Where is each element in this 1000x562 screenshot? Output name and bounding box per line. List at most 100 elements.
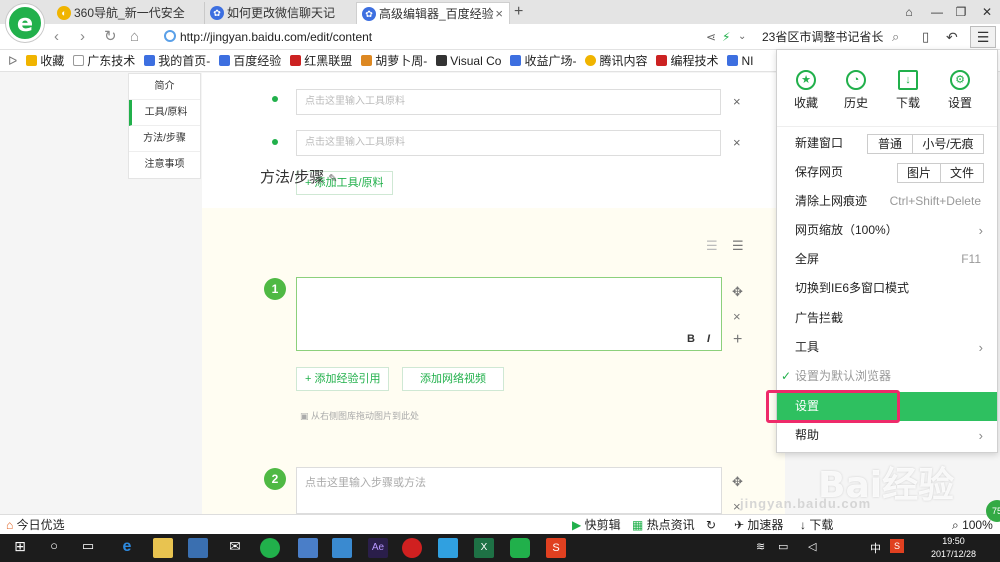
- refresh-status-icon[interactable]: ↻: [706, 515, 716, 535]
- menu-settings[interactable]: 设置: [777, 392, 997, 421]
- sidenav-item-notes[interactable]: 注意事项: [129, 152, 200, 178]
- windows-start-icon[interactable]: ⊞: [10, 538, 30, 558]
- move-icon[interactable]: ✥: [732, 474, 743, 490]
- menu-favorites-button[interactable]: ★ 收藏: [781, 70, 831, 111]
- app-icon[interactable]: [332, 538, 352, 558]
- bookmark-item[interactable]: 编程技术: [656, 52, 718, 69]
- minimize-icon[interactable]: —: [926, 3, 948, 21]
- tab-advanced-editor[interactable]: ✿ 高级编辑器_百度经验 ×: [356, 2, 510, 24]
- wechat-icon[interactable]: [510, 538, 530, 558]
- volume-icon[interactable]: ◁: [808, 540, 816, 553]
- new-window-normal-button[interactable]: 普通: [867, 134, 913, 154]
- system-clock[interactable]: 19:50 2017/12/28: [931, 535, 976, 561]
- main-menu-button[interactable]: ☰: [970, 26, 996, 48]
- accelerator[interactable]: ✈ 加速器: [734, 515, 783, 535]
- step-1-editor[interactable]: B I: [296, 277, 722, 351]
- pencil-icon[interactable]: ✎: [328, 173, 337, 185]
- mail-icon[interactable]: ✉: [225, 538, 245, 558]
- quick-clip[interactable]: ▶ 快剪辑: [572, 515, 621, 535]
- remove-tool-icon[interactable]: ×: [733, 94, 741, 109]
- bookmark-item[interactable]: 红黑联盟: [290, 52, 352, 69]
- bookmark-item[interactable]: 胡萝卜周-: [361, 52, 427, 69]
- chevron-down-icon[interactable]: ⌄: [738, 28, 746, 46]
- wifi-icon[interactable]: ≋: [756, 540, 765, 553]
- download-status[interactable]: ↓ 下载: [800, 515, 833, 535]
- ime-indicator[interactable]: 中: [870, 540, 881, 556]
- excel-icon[interactable]: X: [474, 538, 494, 558]
- remove-tool-icon[interactable]: ×: [733, 135, 741, 150]
- bookmark-item[interactable]: 广东技术: [73, 52, 135, 69]
- ordered-list-icon[interactable]: ☰: [706, 238, 718, 254]
- browser-logo[interactable]: e: [6, 4, 44, 42]
- menu-adblock[interactable]: 广告拦截: [777, 304, 997, 333]
- save-picture-button[interactable]: 图片: [897, 163, 941, 183]
- bookmark-item[interactable]: 收藏: [26, 52, 64, 69]
- menu-settings-quick-button[interactable]: ⚙ 设置: [935, 70, 985, 111]
- menu-zoom[interactable]: 网页缩放（100%） ›: [777, 216, 997, 245]
- 360-browser-icon[interactable]: [260, 538, 280, 558]
- address-bar[interactable]: http://jingyan.baidu.com/edit/content: [160, 27, 755, 47]
- zoom-status[interactable]: ⌕ 100%: [952, 515, 993, 535]
- unordered-list-icon[interactable]: ☰: [732, 238, 744, 254]
- store-icon[interactable]: [188, 538, 208, 558]
- bookmark-item[interactable]: NI: [727, 54, 753, 68]
- after-effects-icon[interactable]: Ae: [368, 538, 388, 558]
- sidenav-item-intro[interactable]: 简介: [129, 74, 200, 100]
- tool-input[interactable]: 点击这里输入工具原料: [296, 130, 721, 156]
- sogou-icon[interactable]: S: [546, 538, 566, 558]
- add-reference-button[interactable]: + 添加经验引用: [296, 367, 390, 391]
- menu-default-browser[interactable]: ✓ 设置为默认浏览器: [777, 362, 997, 391]
- app-icon[interactable]: [298, 538, 318, 558]
- netease-music-icon[interactable]: [402, 538, 422, 558]
- sogou-ime-icon[interactable]: S: [890, 539, 904, 553]
- new-tab-button[interactable]: +: [514, 2, 523, 22]
- close-window-icon[interactable]: ✕: [976, 3, 998, 21]
- lightning-icon[interactable]: ⚡: [722, 28, 730, 46]
- battery-icon[interactable]: ▭: [778, 540, 788, 553]
- hot-news[interactable]: ▦ 热点资讯: [632, 515, 695, 535]
- add-video-button[interactable]: 添加网络视频: [402, 367, 504, 391]
- share-icon[interactable]: ⋖: [706, 28, 716, 46]
- step-2-editor[interactable]: 点击这里输入步骤或方法: [296, 467, 722, 514]
- close-tab-icon[interactable]: ×: [495, 3, 503, 24]
- tab-360-nav[interactable]: ◐ 360导航_新一代安全: [52, 2, 202, 24]
- bookmark-item[interactable]: 收益广场-: [510, 52, 576, 69]
- player-icon[interactable]: [438, 538, 458, 558]
- bookmarks-toggle-icon[interactable]: ᐅ: [8, 54, 17, 68]
- sidenav-item-steps[interactable]: 方法/步骤: [129, 126, 200, 152]
- bookmark-item[interactable]: 百度经验: [219, 52, 281, 69]
- menu-tools[interactable]: 工具 ›: [777, 333, 997, 362]
- shirt-icon[interactable]: ⌂: [898, 3, 920, 21]
- sidenav-item-tools[interactable]: 工具/原料: [129, 100, 200, 126]
- search-input[interactable]: 23省区市调整书记省长: [762, 27, 910, 47]
- reload-icon[interactable]: ↻: [104, 28, 117, 46]
- tool-input[interactable]: 点击这里输入工具原料: [296, 89, 721, 115]
- menu-history-button[interactable]: ◔ 历史: [831, 70, 881, 111]
- phone-icon[interactable]: ▯: [922, 28, 929, 46]
- bookmark-item[interactable]: 腾讯内容: [585, 52, 647, 69]
- save-file-button[interactable]: 文件: [940, 163, 984, 183]
- bold-button[interactable]: B: [687, 333, 695, 345]
- edge-icon[interactable]: e: [117, 538, 137, 558]
- menu-ie6-mode[interactable]: 切换到IE6多窗口模式: [777, 274, 997, 303]
- home-icon[interactable]: ⌂: [130, 28, 139, 46]
- task-view-icon[interactable]: ▭: [78, 538, 98, 558]
- add-step-icon[interactable]: +: [733, 331, 742, 349]
- file-explorer-icon[interactable]: [153, 538, 173, 558]
- menu-fullscreen[interactable]: 全屏 F11: [777, 245, 997, 274]
- new-window-private-button[interactable]: 小号/无痕: [912, 134, 984, 154]
- italic-button[interactable]: I: [707, 333, 710, 345]
- back-icon[interactable]: ‹: [54, 28, 59, 46]
- undo-icon[interactable]: ↶: [946, 28, 958, 46]
- bookmark-item[interactable]: Visual Co: [436, 54, 501, 68]
- menu-help[interactable]: 帮助 ›: [777, 421, 997, 450]
- search-icon[interactable]: ⌕: [892, 28, 899, 46]
- menu-download-button[interactable]: ↓ 下载: [883, 70, 933, 111]
- forward-icon[interactable]: ›: [80, 28, 85, 46]
- remove-step-icon[interactable]: ×: [733, 309, 741, 324]
- menu-clear-traces[interactable]: 清除上网痕迹 Ctrl+Shift+Delete: [777, 187, 997, 216]
- tab-wechat-howto[interactable]: ✿ 如何更改微信聊天记: [204, 2, 354, 24]
- restore-icon[interactable]: ❐: [950, 3, 972, 21]
- search-icon[interactable]: ○: [44, 538, 64, 558]
- today-picks[interactable]: ⌂ 今日优选: [6, 515, 65, 535]
